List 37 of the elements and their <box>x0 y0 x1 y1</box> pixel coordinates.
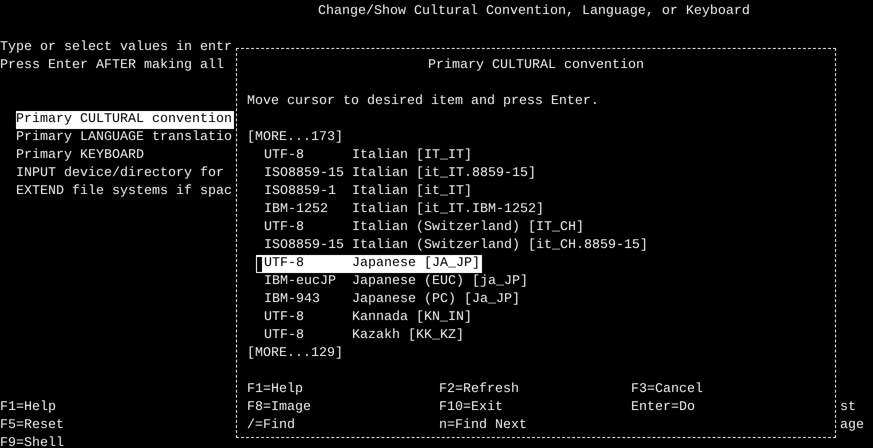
key-hint: F2=Refresh <box>439 381 519 399</box>
list-item[interactable]: ISO8859-15 Italian (Switzerland) [it_CH.8859-15] <box>256 237 650 255</box>
key-hint: F1=Help <box>0 399 56 417</box>
popup-title: Primary CULTURAL convention <box>428 58 644 73</box>
field-label[interactable]: EXTEND file systems if spac <box>16 183 234 201</box>
list-item[interactable]: UTF-8 Japanese [JA_JP] <box>256 255 482 273</box>
field-label[interactable]: INPUT device/directory for <box>16 165 226 183</box>
key-hint: F1=Help <box>247 381 303 399</box>
field-label[interactable]: Primary CULTURAL convention <box>16 111 234 129</box>
instruction-text: Type or select values in entr <box>0 39 232 57</box>
instruction-text: Press Enter AFTER making all <box>0 57 224 75</box>
key-hint: Enter=Do <box>631 399 695 417</box>
list-item[interactable]: ISO8859-1 Italian [it_IT] <box>256 183 474 201</box>
key-hint: F8=Image <box>247 399 311 417</box>
list-item[interactable]: IBM-943 Japanese (PC) [Ja_JP] <box>256 291 522 309</box>
key-hint: F9=Shell <box>0 435 64 448</box>
list-item[interactable]: ISO8859-15 Italian [it_IT.8859-15] <box>256 165 538 183</box>
instruction-text: Move cursor to desired item and press Enter. <box>247 93 599 111</box>
cut-off-text: age <box>839 417 864 435</box>
key-hint: F3=Cancel <box>631 381 703 399</box>
window-title: Change/Show Cultural Convention, Language, or Keyboard <box>318 4 750 19</box>
list-item[interactable]: UTF-8 Kazakh [KK_KZ] <box>256 327 466 345</box>
list-item[interactable]: IBM-eucJP Japanese (EUC) [ja_JP] <box>256 273 530 291</box>
more-indicator: [MORE...173] <box>247 129 343 147</box>
more-indicator: [MORE...129] <box>247 345 343 363</box>
list-item[interactable]: UTF-8 Kannada [KN_IN] <box>256 309 474 327</box>
field-label[interactable]: Primary LANGUAGE translatio <box>16 129 234 147</box>
cut-off-text: st <box>839 399 856 417</box>
list-item[interactable]: IBM-1252 Italian [it_IT.IBM-1252] <box>256 201 546 219</box>
text-cursor <box>257 256 262 272</box>
key-hint: F5=Reset <box>0 417 64 435</box>
list-item[interactable]: UTF-8 Italian (Switzerland) [IT_CH] <box>256 219 586 237</box>
list-item[interactable]: UTF-8 Italian [IT_IT] <box>256 147 474 165</box>
key-hint: /=Find <box>247 417 295 435</box>
key-hint: F10=Exit <box>439 399 503 417</box>
field-label[interactable]: Primary KEYBOARD <box>16 147 146 165</box>
key-hint: n=Find Next <box>439 417 527 435</box>
